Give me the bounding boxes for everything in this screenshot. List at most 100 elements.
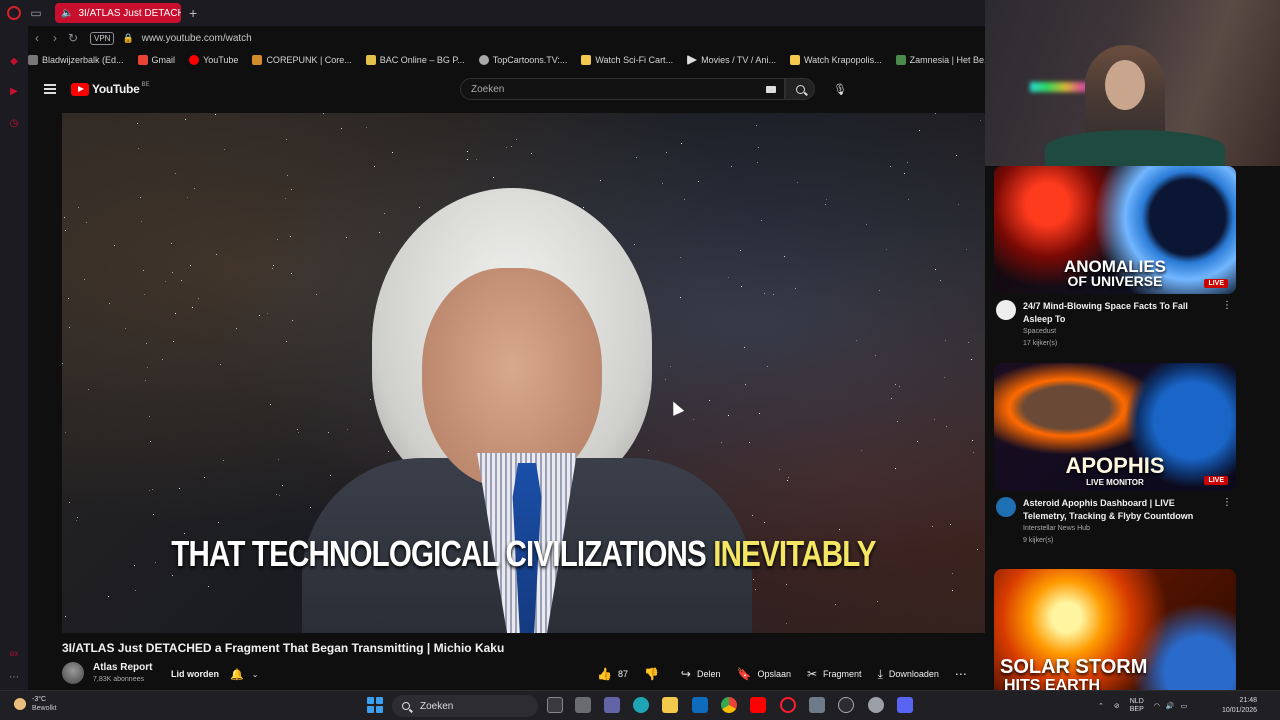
search-input[interactable]: Zoeken <box>460 78 785 100</box>
recommendation-channel[interactable]: Interstellar News Hub <box>1023 525 1090 532</box>
more-vertical-icon[interactable]: ⋮ <box>1222 497 1232 508</box>
language-indicator[interactable]: NLD BEP <box>1130 698 1144 714</box>
back-icon[interactable]: ‹ <box>28 31 46 45</box>
bookmark-item[interactable]: BAC Online – BG P... <box>365 55 465 65</box>
channel-avatar[interactable] <box>996 497 1016 517</box>
channel-avatar[interactable] <box>62 662 84 684</box>
task-view-icon[interactable] <box>547 697 563 713</box>
workspaces-icon[interactable]: ▭ <box>27 4 45 22</box>
reload-icon[interactable]: ↻ <box>64 31 82 45</box>
wifi-icon[interactable]: ◠ <box>1154 702 1160 710</box>
star <box>940 280 941 281</box>
save-button[interactable]: 🔖 Opslaan <box>737 667 791 681</box>
video-thumbnail[interactable]: SOLAR STORM HITS EARTH <box>994 569 1236 690</box>
new-tab-button[interactable]: + <box>189 5 197 21</box>
sidebar-bottom-icon[interactable]: GX <box>8 652 20 664</box>
lock-icon[interactable]: 🔒 <box>122 33 133 44</box>
chrome-icon[interactable] <box>721 697 737 713</box>
bookmark-item[interactable]: YouTube <box>189 55 238 65</box>
bookmark-item[interactable]: Bladwijzerbalk (Ed... <box>28 55 124 65</box>
recommendation-item[interactable]: ANOMALIES OF UNIVERSE LIVE 24/7 Mind-Blo… <box>994 166 1236 347</box>
recommendation-item[interactable]: APOPHIS LIVE MONITOR LIVE Asteroid Apoph… <box>994 363 1236 544</box>
opera-gx-icon[interactable] <box>780 697 796 713</box>
recommendation-channel[interactable]: Spacedust <box>1023 328 1056 335</box>
file-explorer-icon[interactable] <box>662 697 678 713</box>
url-field[interactable]: www.youtube.com/watch <box>142 33 252 44</box>
channel-name[interactable]: Atlas Report <box>93 662 152 673</box>
play-icon <box>687 55 698 65</box>
sidebar-music-icon[interactable]: ▶ <box>8 86 20 98</box>
active-tab[interactable]: 🔈 3I/ATLAS Just DETACH <box>55 3 181 23</box>
menu-icon[interactable] <box>44 84 56 94</box>
settings-icon[interactable] <box>868 697 884 713</box>
edge-icon[interactable] <box>633 697 649 713</box>
bookmark-item[interactable]: Watch Sci-Fi Cart... <box>581 55 673 65</box>
taskbar-search[interactable]: Zoeken <box>392 695 538 717</box>
video-thumbnail[interactable]: APOPHIS LIVE MONITOR LIVE <box>994 363 1236 491</box>
subscription-bell-button[interactable]: 🔔 ⌄ <box>230 664 258 684</box>
vpn-badge[interactable]: VPN <box>90 31 115 45</box>
youtube-logo[interactable]: YouTube BE <box>71 82 149 96</box>
outlook-icon[interactable] <box>692 697 708 713</box>
keyboard-icon[interactable] <box>766 86 776 93</box>
bell-icon: 🔔 <box>230 668 244 681</box>
star <box>866 224 867 225</box>
search-button[interactable] <box>785 78 815 100</box>
clock[interactable]: 21:48 10/01/2026 <box>1222 696 1257 716</box>
star <box>77 517 78 518</box>
star <box>835 604 836 605</box>
star <box>493 177 494 178</box>
more-actions-button[interactable]: ⋯ <box>955 667 968 681</box>
bookmark-item[interactable]: COREPUNK | Core... <box>252 55 352 65</box>
discord-icon[interactable] <box>897 697 913 713</box>
channel-avatar[interactable] <box>996 300 1016 320</box>
recommendation-title[interactable]: Asteroid Apophis Dashboard | LIVE Teleme… <box>1023 497 1213 523</box>
share-icon: ↪ <box>680 667 691 681</box>
star <box>125 328 126 329</box>
active-tab-title: 3I/ATLAS Just DETACH <box>78 7 181 19</box>
bookmark-item[interactable]: Zamnesia | Het Be... <box>895 55 985 65</box>
more-vertical-icon[interactable]: ⋮ <box>1222 300 1232 311</box>
bookmark-item[interactable]: Gmail <box>137 55 175 65</box>
speaker-icon[interactable]: 🔈 <box>61 8 73 19</box>
chevron-up-icon[interactable]: ⌃ <box>1098 702 1104 710</box>
sidebar-more-icon[interactable]: ⋯ <box>8 672 20 684</box>
sidebar-history-icon[interactable]: ◷ <box>8 118 20 130</box>
recommendation-title[interactable]: 24/7 Mind-Blowing Space Facts To Fall As… <box>1023 300 1213 326</box>
video-title: 3I/ATLAS Just DETACHED a Fragment That B… <box>62 641 505 655</box>
bookmark-item[interactable]: Movies / TV / Ani... <box>687 55 776 65</box>
dislike-button[interactable]: 👎 <box>644 667 665 681</box>
star <box>977 549 978 550</box>
youtube-app-icon[interactable] <box>750 697 766 713</box>
battery-icon[interactable]: ▭ <box>1181 702 1188 710</box>
weather-widget[interactable]: -3°C Bewolkt <box>14 695 57 713</box>
join-button[interactable]: Lid worden <box>165 664 225 684</box>
star <box>662 183 663 184</box>
store-icon[interactable] <box>575 697 591 713</box>
share-button[interactable]: ↪ Delen <box>681 667 721 681</box>
star <box>890 166 891 167</box>
download-button[interactable]: ⤓ Downloaden <box>878 667 939 682</box>
clip-button[interactable]: ✂ Fragment <box>807 667 862 681</box>
star <box>531 153 532 154</box>
network-icon[interactable]: ⊘ <box>1114 702 1120 710</box>
bookmark-item[interactable]: Watch Krapopolis... <box>789 55 882 65</box>
teams-icon[interactable] <box>604 697 620 713</box>
like-button[interactable]: 👍 87 <box>597 667 628 681</box>
app-icon[interactable] <box>838 697 854 713</box>
start-button[interactable] <box>367 697 383 713</box>
video-player[interactable]: THAT TECHNOLOGICAL CIVILIZATIONS INEVITA… <box>62 113 985 633</box>
star <box>86 222 87 223</box>
bookmark-item[interactable]: TopCartoons.TV:... <box>478 55 567 65</box>
volume-icon[interactable]: 🔊 <box>1166 702 1175 710</box>
recommendation-item[interactable]: SOLAR STORM HITS EARTH <box>994 569 1236 690</box>
star <box>165 281 166 282</box>
voice-search-button[interactable]: 🎙 <box>829 78 851 100</box>
star <box>968 342 969 343</box>
forward-icon[interactable]: › <box>46 31 64 45</box>
opera-logo-icon[interactable] <box>7 6 21 20</box>
video-thumbnail[interactable]: ANOMALIES OF UNIVERSE LIVE <box>994 166 1236 294</box>
calculator-icon[interactable] <box>809 697 825 713</box>
sidebar-app-icon[interactable]: ◆ <box>8 56 20 68</box>
star <box>787 480 788 481</box>
